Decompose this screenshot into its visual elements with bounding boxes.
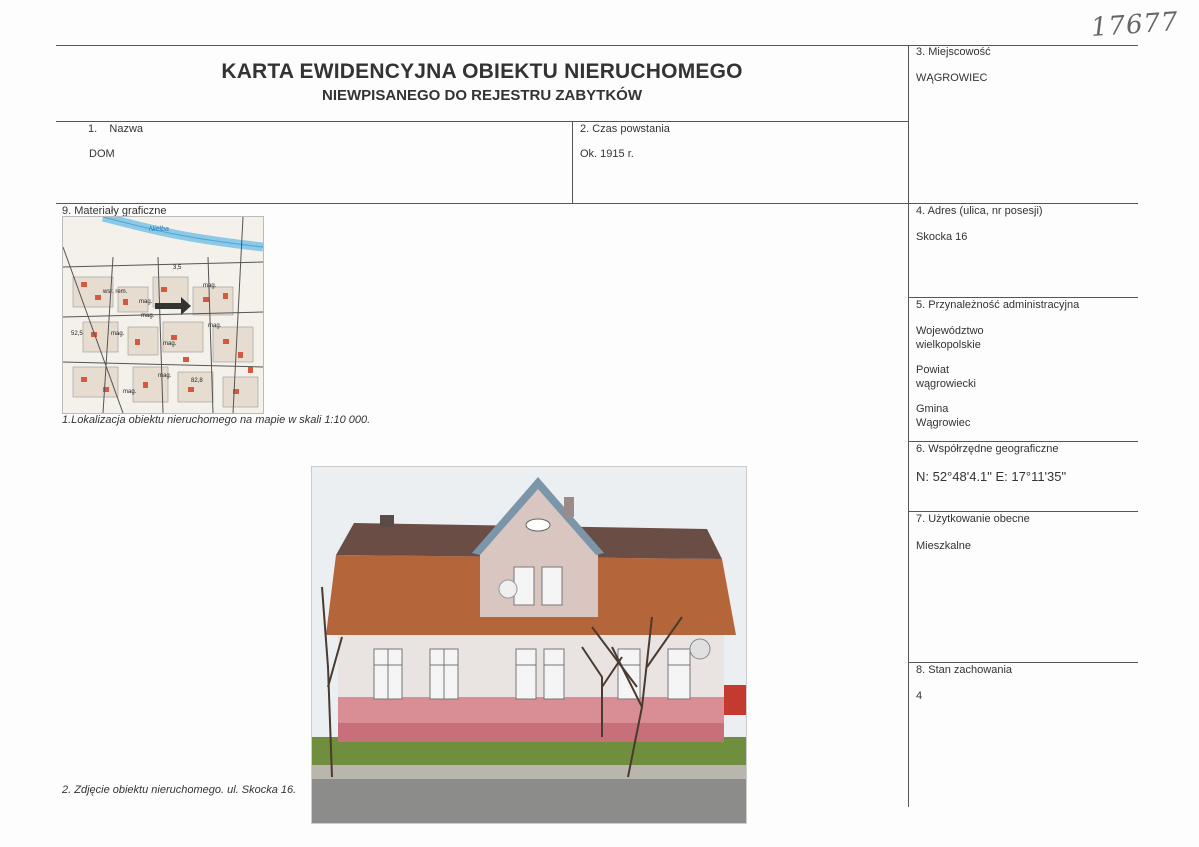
right-column-divider bbox=[908, 45, 909, 807]
field-usage-value: Mieszkalne bbox=[916, 540, 972, 552]
name-date-divider bbox=[572, 121, 573, 203]
map-label: mag. bbox=[208, 323, 222, 329]
field-locality-label: 3. Miejscowość bbox=[916, 46, 991, 58]
header-bottom-line bbox=[56, 121, 908, 122]
section-6-top-line bbox=[908, 441, 1138, 442]
field-admin-label: 5. Przynależność administracyjna bbox=[916, 299, 1080, 311]
section-7-top-line bbox=[908, 511, 1138, 512]
field-coordinates-value: N: 52°48'4.1" E: 17°11'35" bbox=[916, 469, 1067, 484]
map-label: mag. bbox=[141, 313, 155, 319]
map-height: 82,8 bbox=[191, 378, 203, 384]
document-title: KARTA EWIDENCYJNA OBIEKTU NIERUCHOMEGO bbox=[221, 60, 743, 83]
field-coordinates-label: 6. Współrzędne geograficzne bbox=[916, 443, 1059, 455]
field-condition-value: 4 bbox=[916, 690, 923, 702]
map-label: mag. bbox=[158, 373, 172, 379]
section-5-top-line bbox=[908, 297, 1138, 298]
commune-value: Wągrowiec bbox=[916, 417, 971, 429]
map-label: wsr. rem. bbox=[102, 289, 128, 295]
field-locality-value: WĄGROWIEC bbox=[916, 72, 988, 84]
field-name-value: DOM bbox=[89, 148, 115, 160]
location-map-svg: Nielba wsr. rem. mag. mag. mag. mag. mag… bbox=[63, 217, 263, 413]
map-river-label: Nielba bbox=[149, 226, 169, 233]
location-map: Nielba wsr. rem. mag. mag. mag. mag. mag… bbox=[62, 216, 264, 414]
field-address-label: 4. Adres (ulica, nr posesji) bbox=[916, 205, 1043, 217]
voivodeship-label: Województwo bbox=[916, 325, 984, 337]
map-label: mag. bbox=[139, 299, 153, 305]
field-usage-label: 7. Użytkowanie obecne bbox=[916, 513, 1030, 525]
photo-caption: 2. Zdjęcie obiektu nieruchomego. ul. Sko… bbox=[62, 784, 297, 796]
field-name-label: 1. Nazwa bbox=[88, 123, 144, 135]
map-label: mag. bbox=[111, 331, 125, 337]
field-date-value: Ok. 1915 r. bbox=[580, 148, 634, 160]
county-label: Powiat bbox=[916, 364, 950, 376]
field-address-value: Skocka 16 bbox=[916, 231, 968, 243]
map-label: mag. bbox=[203, 283, 217, 289]
section-9-top-line bbox=[56, 203, 1138, 204]
building-photo bbox=[311, 466, 747, 824]
map-height: 52,5 bbox=[71, 331, 83, 337]
map-label: mag. bbox=[163, 341, 177, 347]
document-subtitle: NIEWPISANEGO DO REJESTRU ZABYTKÓW bbox=[321, 87, 643, 104]
county-value: wągrowiecki bbox=[916, 378, 976, 390]
archive-number-stamp: 17677 bbox=[1090, 6, 1180, 44]
map-height: 3,5 bbox=[173, 265, 182, 271]
map-caption: 1.Lokalizacja obiektu nieruchomego na ma… bbox=[62, 414, 371, 426]
section-8-top-line bbox=[908, 662, 1138, 663]
commune-label: Gmina bbox=[916, 403, 949, 415]
voivodeship-value: wielkopolskie bbox=[916, 339, 981, 351]
building-photo-svg bbox=[312, 467, 746, 823]
map-label: mag. bbox=[123, 389, 137, 395]
field-date-label: 2. Czas powstania bbox=[580, 123, 670, 135]
field-condition-label: 8. Stan zachowania bbox=[916, 664, 1013, 676]
